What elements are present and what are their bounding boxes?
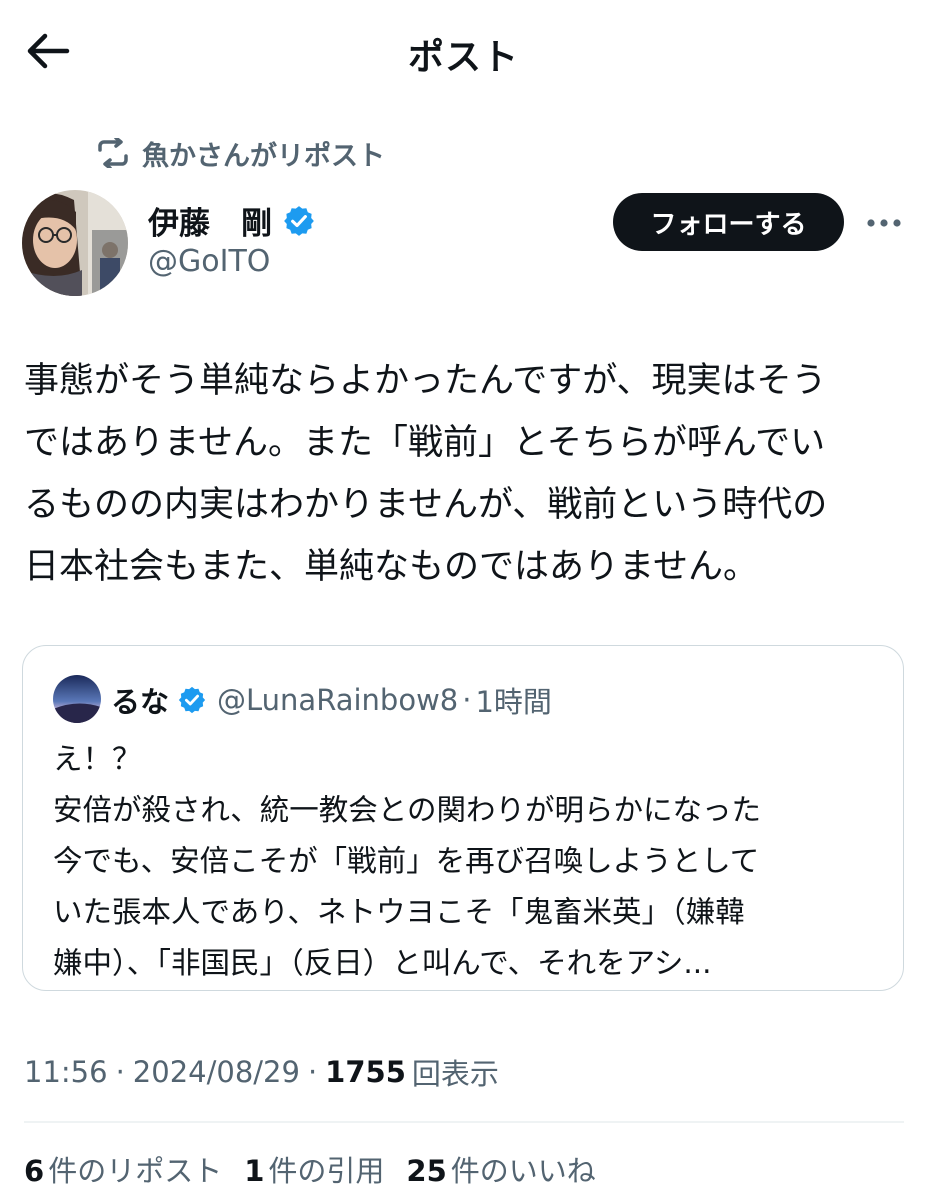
repost-context[interactable]: 魚かさんがリポスト bbox=[96, 134, 385, 172]
repost-icon bbox=[96, 138, 130, 168]
author-avatar[interactable] bbox=[22, 190, 128, 296]
top-bar: ポスト bbox=[0, 0, 927, 108]
author-name-row[interactable]: 伊藤 剛 bbox=[148, 198, 316, 243]
more-button[interactable] bbox=[862, 202, 906, 242]
quote-author-avatar[interactable] bbox=[53, 675, 101, 723]
separator-dot: · bbox=[115, 1055, 125, 1089]
likes-stat[interactable]: 25 件のいいね bbox=[406, 1148, 595, 1190]
quote-header: るな @LunaRainbow8 · 1時間 bbox=[111, 676, 552, 724]
more-horizontal-icon bbox=[866, 213, 902, 232]
author-name: 伊藤 剛 bbox=[148, 206, 272, 242]
separator-dot: · bbox=[462, 683, 472, 717]
quote-timestamp: 1時間 bbox=[475, 685, 552, 719]
quote-line: 安倍が殺され、統一教会との関わりが明らかになった bbox=[53, 793, 762, 827]
post-line: ではありません。また「戦前」とそちらが呼んでい bbox=[24, 423, 826, 463]
quote-author-name: るな bbox=[111, 685, 170, 719]
post-line: 日本社会もまた、単純なものではありません。 bbox=[24, 547, 758, 587]
separator-dot: · bbox=[307, 1055, 318, 1089]
quote-line: え！？ bbox=[53, 742, 142, 776]
quotes-label: 件の引用 bbox=[268, 1154, 385, 1188]
verified-badge-icon bbox=[177, 685, 207, 715]
post-time: 11:56 bbox=[24, 1055, 108, 1089]
reposts-label: 件のリポスト bbox=[48, 1154, 223, 1188]
quote-line: 嫌中）、「非国民」（反日）と叫んで、それをアシ... bbox=[53, 946, 712, 980]
post-line: るものの内実はわかりませんが、戦前という時代の bbox=[24, 485, 828, 525]
reposts-stat[interactable]: 6 件のリポスト bbox=[24, 1148, 222, 1190]
quotes-count: 1 bbox=[244, 1154, 265, 1188]
views-count: 1755 bbox=[325, 1055, 406, 1089]
repost-label: 魚かさんがリポスト bbox=[142, 140, 385, 172]
verified-badge-icon bbox=[282, 204, 316, 238]
page-title: ポスト bbox=[407, 37, 519, 78]
engagement-stats: 6 件のリポスト 1 件の引用 25 件のいいね bbox=[24, 1146, 618, 1192]
author-handle[interactable]: @GoITO bbox=[148, 244, 270, 279]
follow-button[interactable]: フォローする bbox=[613, 193, 844, 251]
views-label: 回表示 bbox=[411, 1057, 499, 1091]
quotes-stat[interactable]: 1 件の引用 bbox=[244, 1148, 384, 1190]
quote-body: え！？ 安倍が殺され、統一教会との関わりが明らかになった 今でも、安倍こそが「戦… bbox=[53, 734, 883, 989]
quote-line: 今でも、安倍こそが「戦前」を再び召喚しようとして bbox=[53, 844, 760, 878]
reposts-count: 6 bbox=[24, 1154, 45, 1188]
quote-author-handle: @LunaRainbow8 bbox=[217, 683, 459, 717]
post-body: 事態がそう単純ならよかったんですが、現実はそう ではありません。また「戦前」とそ… bbox=[24, 350, 904, 598]
quoted-post-card[interactable]: るな @LunaRainbow8 · 1時間 え！？ 安倍が殺され、統一教会との… bbox=[22, 645, 904, 991]
post-meta: 11:56 · 2024/08/29 · 1755 回表示 bbox=[24, 1050, 499, 1094]
post-date: 2024/08/29 bbox=[132, 1055, 300, 1089]
likes-count: 25 bbox=[406, 1154, 447, 1188]
likes-label: 件のいいね bbox=[450, 1154, 596, 1188]
quote-line: いた張本人であり、ネトウヨこそ「鬼畜米英」（嫌韓 bbox=[53, 895, 745, 929]
post-line: 事態がそう単純ならよかったんですが、現実はそう bbox=[24, 361, 827, 401]
divider bbox=[24, 1121, 904, 1123]
